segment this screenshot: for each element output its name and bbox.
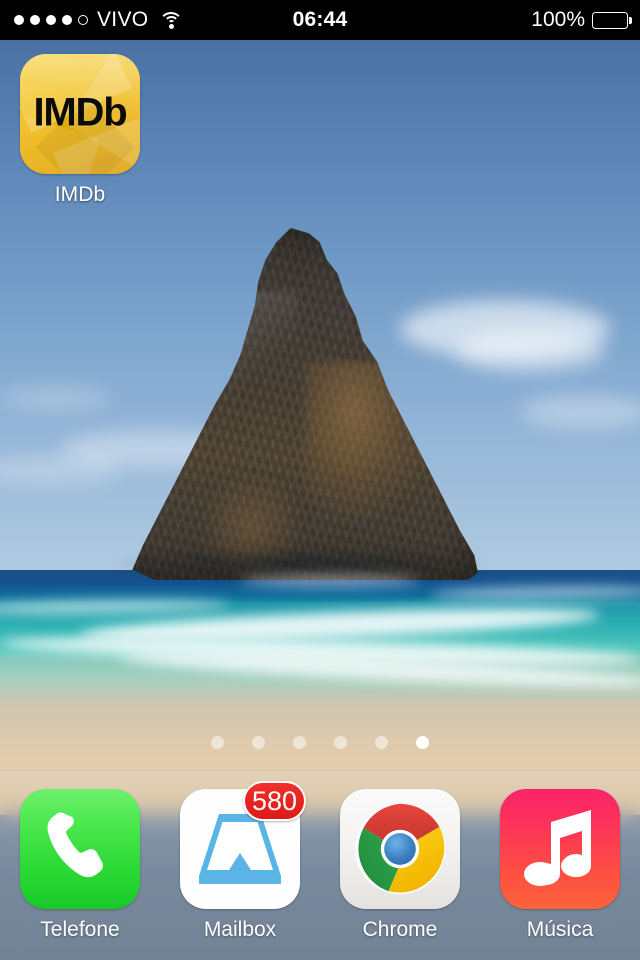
status-bar-clock: 06:44 <box>292 8 348 31</box>
notification-badge: 580 <box>242 781 306 821</box>
page-dot-active[interactable] <box>416 736 429 749</box>
iphone-home-screen: VIVO 06:44 100% IMDb IMDb Telefone 580 M… <box>0 0 640 960</box>
dock-app-label: Mailbox <box>203 918 277 941</box>
dock-app-label: Chrome <box>362 918 438 941</box>
page-dot[interactable] <box>211 736 224 749</box>
dock-app-label: Música <box>526 918 594 941</box>
phone-icon[interactable] <box>20 789 140 909</box>
dock-app-mailbox[interactable]: 580 Mailbox <box>160 781 320 942</box>
page-dot[interactable] <box>375 736 388 749</box>
dock-app-chrome[interactable]: Chrome <box>320 789 480 942</box>
imdb-icon-wordmark: IMDb <box>33 90 128 135</box>
dock-app-label: Telefone <box>40 918 120 941</box>
dock: Telefone 580 Mailbox Chrome Música <box>0 770 640 960</box>
page-dot[interactable] <box>252 736 265 749</box>
app-icon-imdb[interactable]: IMDb IMDb <box>0 54 160 207</box>
imdb-icon[interactable]: IMDb <box>20 54 140 174</box>
app-grid-row: IMDb IMDb <box>0 54 640 207</box>
chrome-icon[interactable] <box>340 789 460 909</box>
page-dot[interactable] <box>334 736 347 749</box>
dock-app-musica[interactable]: Música <box>480 789 640 942</box>
music-note-icon[interactable] <box>500 789 620 909</box>
status-bar: VIVO 06:44 100% <box>0 0 640 40</box>
chrome-logo-glyph <box>354 803 446 895</box>
phone-handset-glyph <box>47 812 103 878</box>
page-indicator[interactable] <box>0 736 640 749</box>
mailbox-inbox-glyph <box>199 814 281 884</box>
battery-icon <box>592 11 632 29</box>
app-label: IMDb <box>54 183 106 206</box>
dock-app-telefone[interactable]: Telefone <box>0 789 160 942</box>
app-grid: IMDb IMDb <box>0 40 640 740</box>
page-dot[interactable] <box>293 736 306 749</box>
music-note-glyph <box>524 810 592 886</box>
